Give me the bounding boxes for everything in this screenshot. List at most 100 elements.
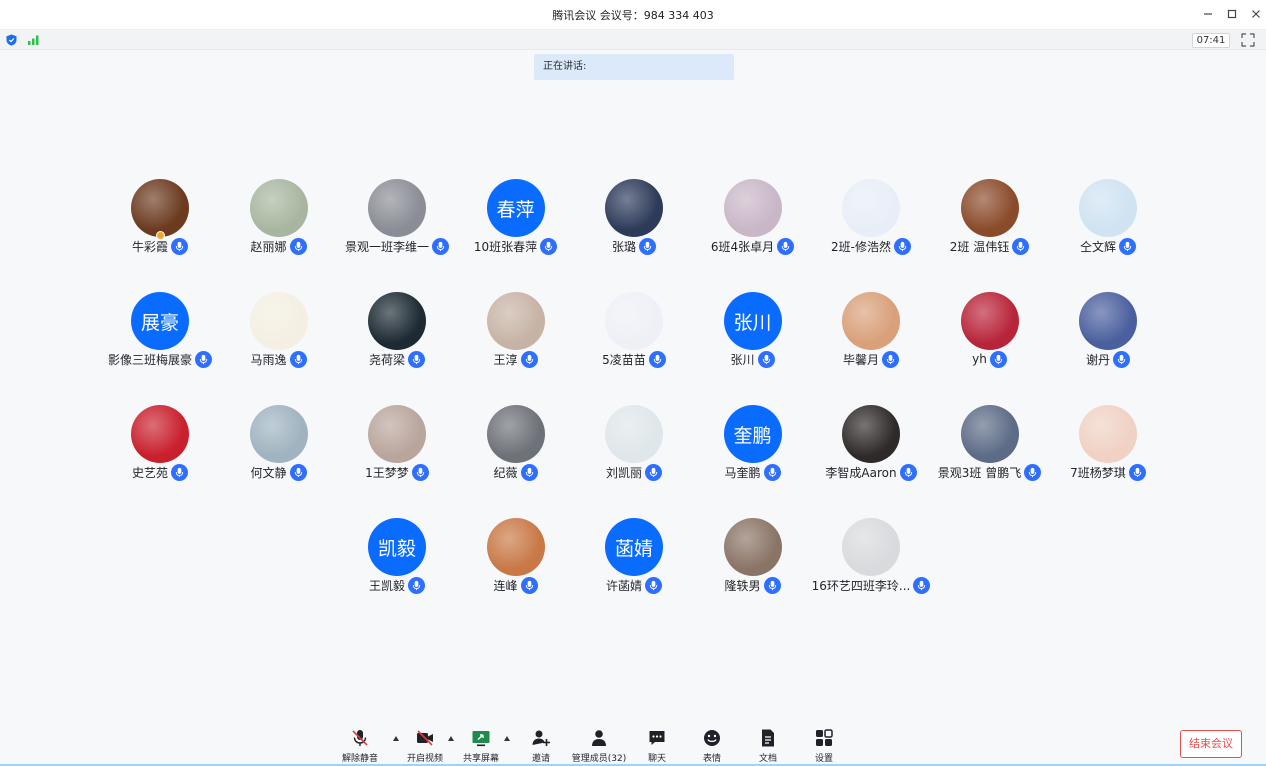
unmute-button[interactable]: 解除静音 bbox=[338, 722, 382, 766]
mic-icon[interactable] bbox=[882, 350, 899, 368]
manage-members-button[interactable]: 管理成员(32) bbox=[568, 722, 630, 766]
participant-tile[interactable]: 李智成Aaron bbox=[812, 405, 930, 487]
settings-button[interactable]: 设置 bbox=[804, 722, 844, 766]
participant-tile[interactable]: 奎鹏 马奎鹏 bbox=[694, 405, 812, 487]
participant-tile[interactable]: 隆轶男 bbox=[694, 518, 812, 600]
participant-tile[interactable]: 何文静 bbox=[220, 405, 338, 487]
participant-tile[interactable]: 赵丽娜 bbox=[220, 179, 338, 261]
participant-tile[interactable]: 凯毅 王凯毅 bbox=[338, 518, 456, 600]
mic-icon[interactable] bbox=[648, 350, 666, 368]
participant-name: 刘凯丽 bbox=[605, 465, 642, 480]
participant-tile[interactable]: 张川 张川 bbox=[694, 292, 812, 374]
participant-tile[interactable]: 仝文辉 bbox=[1049, 179, 1167, 261]
mic-icon[interactable] bbox=[777, 237, 795, 255]
mic-icon[interactable] bbox=[520, 463, 538, 481]
signal-icon[interactable] bbox=[27, 35, 41, 45]
maximize-icon[interactable] bbox=[1220, 4, 1244, 24]
participant-tile[interactable]: 6班4张卓月 bbox=[694, 179, 812, 261]
participant-tile[interactable]: 牛彩霞 bbox=[101, 179, 219, 261]
mic-icon[interactable] bbox=[893, 237, 911, 255]
participant-name: 马雨逸 bbox=[250, 352, 287, 367]
mic-icon[interactable] bbox=[1128, 463, 1146, 481]
mic-icon[interactable] bbox=[913, 576, 931, 594]
participant-tile[interactable]: 景观一班李维一 bbox=[338, 179, 456, 261]
mic-icon[interactable] bbox=[520, 350, 538, 368]
avatar bbox=[1079, 405, 1137, 463]
participant-tile[interactable]: 5凌苗苗 bbox=[575, 292, 693, 374]
participant-tile[interactable]: 王淳 bbox=[457, 292, 575, 374]
avatar bbox=[368, 292, 426, 350]
mic-icon[interactable] bbox=[408, 576, 425, 594]
mic-icon[interactable] bbox=[171, 463, 188, 481]
avatar: 张川 bbox=[723, 292, 782, 350]
mic-icon[interactable] bbox=[408, 350, 425, 368]
avatar bbox=[249, 292, 308, 350]
mic-icon[interactable] bbox=[989, 350, 1007, 368]
mic-icon[interactable] bbox=[757, 350, 775, 368]
participant-name: 10班张春萍 bbox=[473, 239, 538, 254]
participant-tile[interactable]: 2班-修浩然 bbox=[812, 179, 930, 261]
minimize-icon[interactable] bbox=[1196, 4, 1220, 24]
start-video-button[interactable]: 开启视频 bbox=[403, 722, 447, 766]
documents-label: 文档 bbox=[758, 754, 777, 764]
mic-icon[interactable] bbox=[639, 237, 656, 255]
participant-tile[interactable]: 连峰 bbox=[457, 518, 575, 600]
invite-icon bbox=[532, 730, 550, 746]
participant-tile[interactable]: 纪薇 bbox=[457, 405, 575, 487]
mic-icon[interactable] bbox=[645, 463, 662, 481]
participant-tile[interactable]: 谢丹 bbox=[1049, 292, 1167, 374]
mic-icon[interactable] bbox=[289, 463, 307, 481]
mic-icon[interactable] bbox=[540, 237, 558, 255]
participant-name: 纪薇 bbox=[493, 465, 518, 480]
avatar: 展豪 bbox=[131, 292, 189, 350]
mic-icon[interactable] bbox=[645, 576, 662, 594]
fullscreen-icon[interactable] bbox=[1241, 33, 1255, 47]
avatar bbox=[723, 179, 782, 237]
audio-options-caret[interactable] bbox=[393, 736, 399, 741]
mic-icon[interactable] bbox=[763, 463, 781, 481]
participant-tile[interactable]: 1王梦梦 bbox=[338, 405, 456, 487]
participant-tile[interactable]: yh bbox=[931, 292, 1049, 374]
mic-icon[interactable] bbox=[289, 350, 307, 368]
mic-icon[interactable] bbox=[171, 237, 188, 255]
participant-tile[interactable]: 毕馨月 bbox=[812, 292, 930, 374]
video-options-caret[interactable] bbox=[448, 736, 454, 741]
participant-tile[interactable]: 马雨逸 bbox=[220, 292, 338, 374]
participant-tile[interactable]: 张璐 bbox=[575, 179, 693, 261]
participant-name: 1王梦梦 bbox=[365, 465, 409, 480]
mic-icon[interactable] bbox=[411, 463, 429, 481]
mic-icon[interactable] bbox=[763, 576, 781, 594]
mic-icon[interactable] bbox=[1119, 237, 1136, 255]
participant-name: 许菡婧 bbox=[605, 578, 642, 593]
chat-button[interactable]: 聊天 bbox=[637, 722, 677, 766]
participant-name: 史艺苑 bbox=[131, 465, 168, 480]
participant-name: 7班杨梦琪 bbox=[1070, 465, 1126, 480]
share-screen-button[interactable]: 共享屏幕 bbox=[459, 722, 503, 766]
participant-tile[interactable]: 菡婧 许菡婧 bbox=[575, 518, 693, 600]
mic-icon[interactable] bbox=[899, 463, 917, 481]
avatar bbox=[1079, 292, 1137, 350]
participant-tile[interactable]: 16环艺四班李玲... bbox=[812, 518, 931, 600]
participant-tile[interactable]: 2班 温伟钰 bbox=[931, 179, 1049, 261]
participant-tile[interactable]: 春萍 10班张春萍 bbox=[457, 179, 575, 261]
mic-icon[interactable] bbox=[1113, 350, 1130, 368]
participant-tile[interactable]: 尧荷梁 bbox=[338, 292, 456, 374]
end-meeting-button[interactable]: 结束会议 bbox=[1180, 730, 1242, 758]
share-options-caret[interactable] bbox=[504, 736, 510, 741]
participant-name-line: 仝文辉 bbox=[1037, 237, 1179, 255]
participant-name-line: 7班杨梦琪 bbox=[1037, 463, 1179, 481]
participant-tile[interactable]: 史艺苑 bbox=[101, 405, 219, 487]
mic-icon[interactable] bbox=[289, 237, 307, 255]
mic-icon[interactable] bbox=[1012, 237, 1030, 255]
documents-button[interactable]: 文档 bbox=[748, 722, 788, 766]
mic-icon[interactable] bbox=[520, 576, 538, 594]
meeting-timer: 07:41 bbox=[1192, 33, 1230, 48]
invite-button[interactable]: 邀请 bbox=[521, 722, 561, 766]
emoji-button[interactable]: 表情 bbox=[692, 722, 732, 766]
participant-tile[interactable]: 景观3班 曾鹏飞 bbox=[931, 405, 1049, 487]
close-icon[interactable] bbox=[1244, 4, 1266, 24]
shield-icon[interactable] bbox=[6, 34, 17, 46]
participant-tile[interactable]: 7班杨梦琪 bbox=[1049, 405, 1167, 487]
participant-tile[interactable]: 展豪 影像三班梅展豪 bbox=[101, 292, 219, 374]
participant-tile[interactable]: 刘凯丽 bbox=[575, 405, 693, 487]
